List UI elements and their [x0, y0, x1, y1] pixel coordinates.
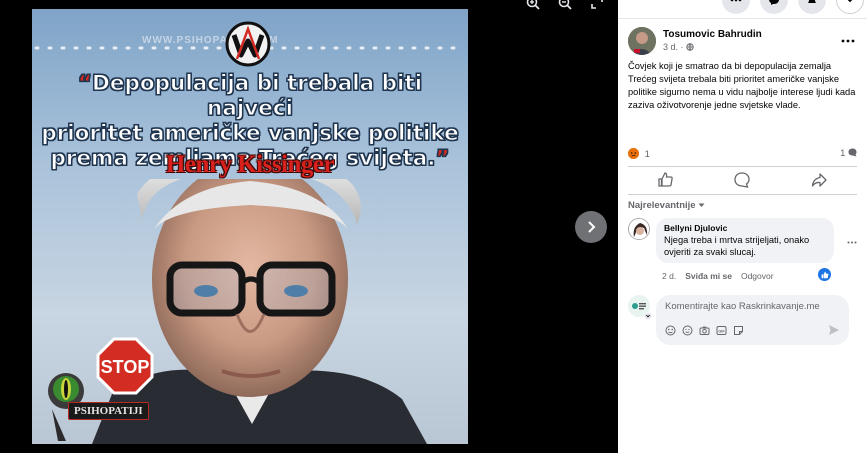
grid-menu-icon [730, 0, 742, 2]
avatar-sticker-icon[interactable] [665, 325, 676, 336]
author-avatar[interactable] [628, 27, 656, 55]
comment-composer: Komentirajte kao Raskrinkavanje.me GIF [628, 295, 849, 345]
messenger-icon [769, 0, 779, 5]
comment-count[interactable]: 1 [840, 148, 857, 159]
globe-icon [686, 43, 694, 51]
send-icon[interactable] [828, 324, 840, 336]
open-quote-mark: “ [77, 71, 93, 97]
sticker-icon[interactable] [733, 325, 744, 336]
post-text: Čovjek koji je smatrao da bi depopulacij… [628, 61, 856, 110]
author-name[interactable]: Tosumovic Bahrudin [663, 29, 762, 40]
comment-count-number: 1 [840, 148, 846, 159]
like-icon[interactable] [657, 171, 675, 189]
post-options-button[interactable] [841, 31, 855, 46]
raskrinkavanje-logo-icon [632, 303, 646, 310]
stop-text: STOP [101, 357, 150, 377]
comment-options-button[interactable] [847, 236, 857, 247]
post-side-panel: Tosumovic Bahrudin 3 d. · Čovjek koji je… [618, 0, 867, 453]
header-divider [618, 18, 867, 19]
comment-age[interactable]: 2 d. [662, 271, 676, 281]
sort-label: Najrelevantnije [628, 200, 696, 211]
post-actions [628, 171, 857, 189]
post-header: Tosumovic Bahrudin 3 d. · [628, 27, 762, 55]
reactions-summary: 1 1 [628, 148, 857, 164]
site-logo-icon [225, 21, 271, 67]
next-photo-button[interactable] [575, 211, 607, 243]
caret-down-icon [698, 203, 705, 207]
chevron-down-icon [644, 312, 652, 320]
reactions-divider [628, 166, 857, 167]
actions-divider [628, 194, 857, 195]
fullscreen-icon[interactable] [588, 0, 606, 12]
share-icon[interactable] [810, 171, 828, 189]
author-avatar-image [628, 27, 656, 55]
more-horizontal-icon [847, 241, 857, 244]
messenger-button[interactable] [760, 0, 788, 14]
notifications-button[interactable] [798, 0, 826, 14]
comment-sort-dropdown[interactable]: Najrelevantnije [628, 200, 705, 211]
chevron-down-icon [847, 0, 853, 3]
commenter-avatar[interactable] [628, 218, 650, 240]
chevron-right-icon [588, 221, 596, 233]
top-actions [722, 0, 864, 14]
post-photo[interactable]: WWW.PSIHOPATIJI.COM “Depopulacija bi tre… [32, 9, 468, 444]
reaction-count[interactable]: 1 [645, 149, 650, 160]
menu-button[interactable] [722, 0, 750, 14]
quote-author: Henry Kissinger [165, 151, 335, 178]
quote-line-2: prioritet američke vanjske politike [41, 121, 459, 147]
commenter-name[interactable]: Bellyni Djulovic [664, 223, 826, 233]
viewer-toolbar [524, 0, 606, 12]
angry-reaction-icon[interactable] [628, 148, 639, 159]
account-button[interactable] [836, 0, 864, 14]
commenter-avatar-image [629, 219, 649, 239]
current-user-avatar[interactable] [628, 295, 652, 320]
brand-banner: PSIHOPATIJI [68, 402, 149, 420]
thumbs-up-icon [821, 271, 828, 278]
zoom-in-icon[interactable] [524, 0, 542, 12]
comment-bubble-icon [848, 148, 857, 157]
comment-text: Njega treba i mrtva strijeljati, onako o… [664, 235, 810, 257]
photo-viewer: WWW.PSIHOPATIJI.COM “Depopulacija bi tre… [0, 0, 618, 453]
more-horizontal-icon [841, 39, 855, 43]
post-meta: 3 d. · [663, 42, 762, 52]
composer-icons: GIF [665, 325, 744, 336]
stop-sign-icon: STOP [48, 337, 154, 441]
comment-bubble: Bellyni Djulovic Njega treba i mrtva str… [656, 218, 834, 263]
zoom-out-icon[interactable] [556, 0, 574, 12]
comment-like-badge[interactable] [818, 268, 831, 281]
comment-like-link[interactable]: Sviđa mi se [685, 271, 732, 281]
quote-line-1: Depopulacija bi trebala biti najveći [92, 71, 423, 122]
camera-icon[interactable] [699, 325, 710, 336]
comment-input[interactable]: Komentirajte kao Raskrinkavanje.me GIF [656, 295, 849, 345]
gif-icon[interactable]: GIF [716, 325, 727, 336]
post-time[interactable]: 3 d. · [663, 42, 686, 52]
bell-icon [808, 0, 816, 3]
comment-reply-link[interactable]: Odgovor [741, 271, 774, 281]
svg-text:GIF: GIF [718, 329, 725, 333]
comment-item: Bellyni Djulovic Njega treba i mrtva str… [628, 218, 834, 263]
emoji-icon[interactable] [682, 325, 693, 336]
comment-meta: 2 d. Sviđa mi se Odgovor [662, 271, 774, 281]
comment-placeholder: Komentirajte kao Raskrinkavanje.me [665, 301, 820, 312]
comment-icon[interactable] [733, 171, 751, 189]
